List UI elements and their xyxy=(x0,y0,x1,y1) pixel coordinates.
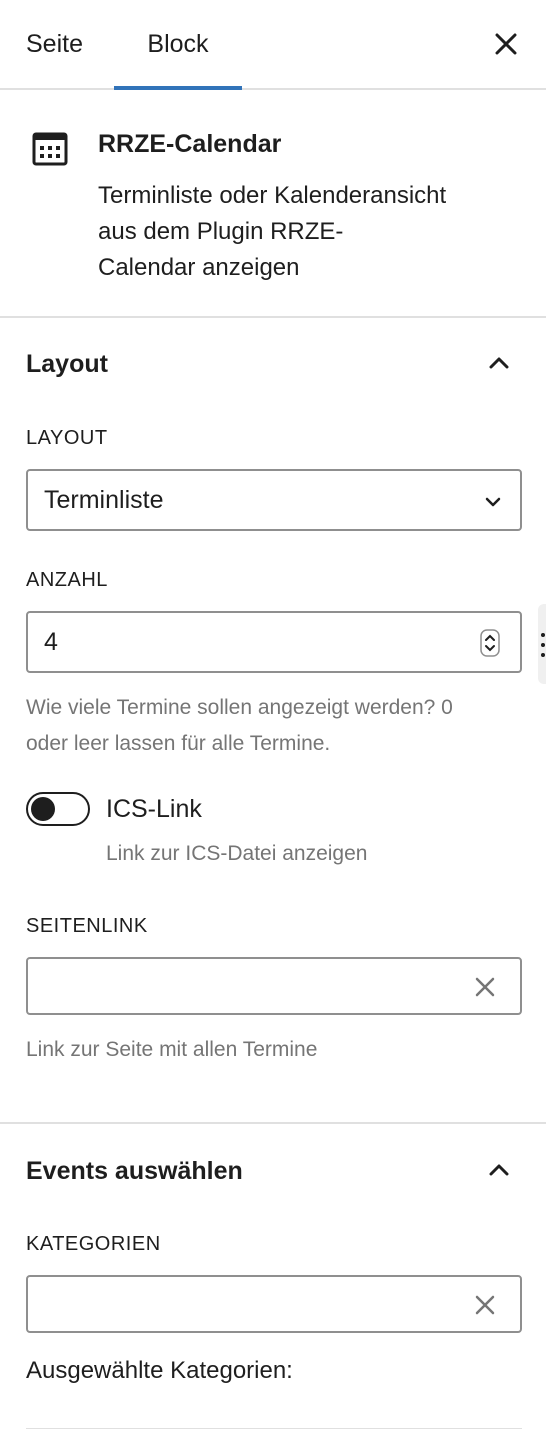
kategorien-label: KATEGORIEN xyxy=(26,1233,161,1255)
ics-link-help: Link zur ICS-Datei anzeigen xyxy=(106,842,368,865)
sidebar-tabs: Seite Block xyxy=(0,0,546,90)
panel-divider xyxy=(0,1122,546,1124)
toggle-knob xyxy=(31,797,55,821)
seitenlink-label: SEITENLINK xyxy=(26,915,148,937)
chevron-up-icon[interactable] xyxy=(482,346,516,380)
block-description: Terminliste oder Kalenderansicht aus dem… xyxy=(98,182,447,281)
events-panel-title[interactable]: Events auswählen xyxy=(26,1157,243,1186)
anzahl-input[interactable]: 4 xyxy=(26,611,522,673)
block-card: RRZE-Calendar Terminliste oder Kalendera… xyxy=(0,90,546,318)
selected-categories-label: Ausgewählte Kategorien: xyxy=(26,1357,293,1384)
layout-select-value: Terminliste xyxy=(44,486,164,514)
layout-label: LAYOUT xyxy=(26,427,108,449)
seitenlink-help: Link zur Seite mit allen Termine xyxy=(26,1038,318,1061)
layout-panel-title[interactable]: Layout xyxy=(26,350,108,379)
chevron-up-icon[interactable] xyxy=(482,1153,516,1187)
seitenlink-input[interactable] xyxy=(26,957,522,1015)
block-title: RRZE-Calendar xyxy=(98,130,282,158)
number-spinner-icon[interactable] xyxy=(480,629,500,657)
anzahl-help: Wie viele Termine sollen angezeigt werde… xyxy=(26,696,453,755)
anzahl-label: ANZAHL xyxy=(26,569,108,591)
layout-select[interactable]: Terminliste xyxy=(26,469,522,531)
clear-icon[interactable] xyxy=(472,974,498,1000)
chevron-down-icon xyxy=(485,497,501,507)
calendar-icon xyxy=(32,132,68,166)
drag-handle-icon[interactable] xyxy=(540,630,546,660)
anzahl-value: 4 xyxy=(44,628,58,656)
tab-seite[interactable]: Seite xyxy=(26,0,83,88)
clear-icon[interactable] xyxy=(472,1292,498,1318)
ics-link-toggle[interactable] xyxy=(26,792,90,826)
close-icon[interactable] xyxy=(488,26,524,62)
tab-block[interactable]: Block xyxy=(114,0,242,90)
ics-link-label[interactable]: ICS-Link xyxy=(106,795,202,824)
kategorien-input[interactable] xyxy=(26,1275,522,1333)
bottom-divider xyxy=(26,1428,522,1429)
